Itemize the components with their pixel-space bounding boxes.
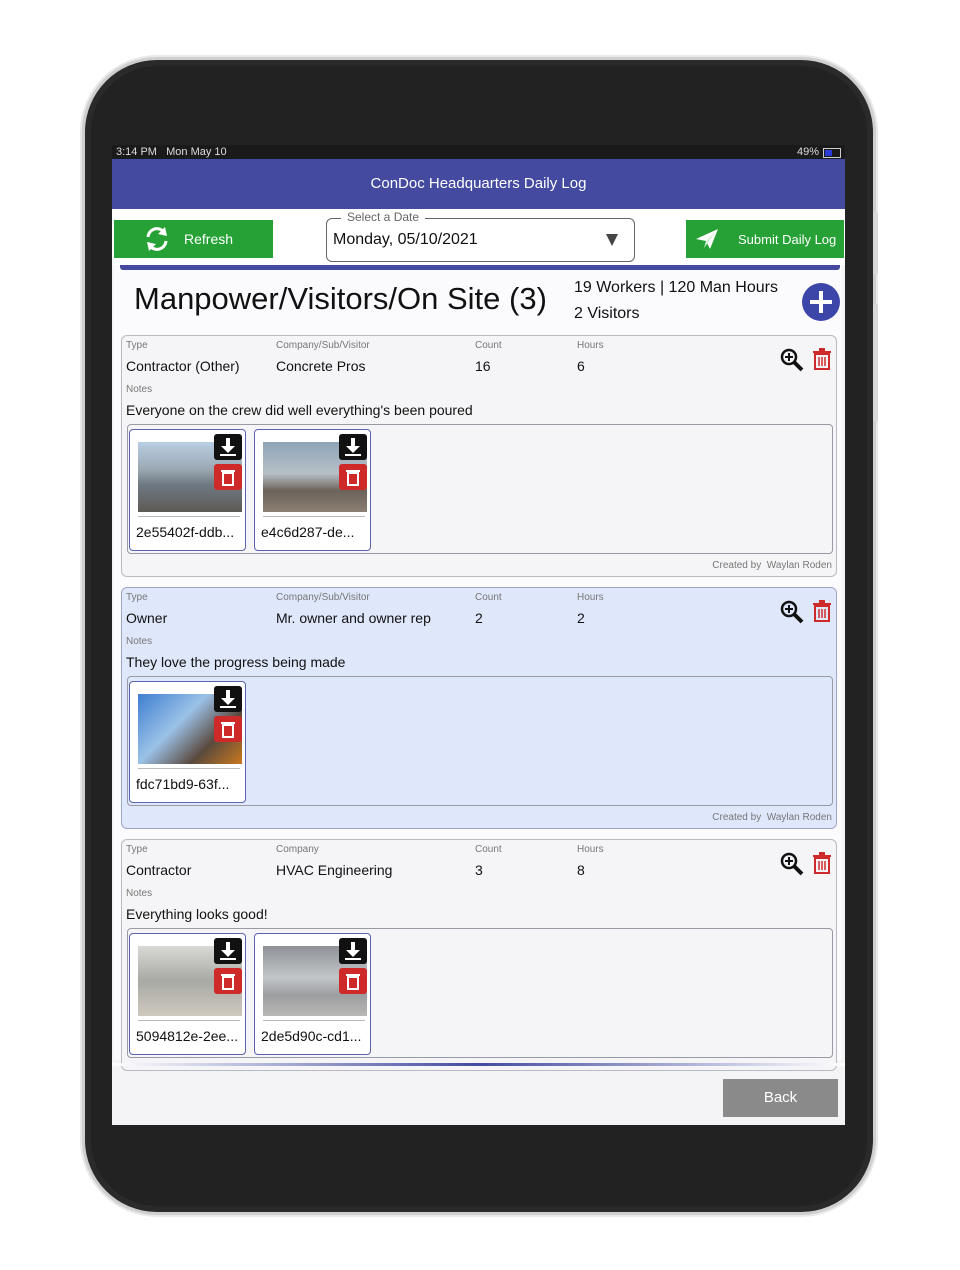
notes-value: Everything looks good!	[126, 906, 268, 922]
created-by: Created by Waylan Roden	[712, 560, 832, 571]
date-select-legend: Select a Date	[341, 210, 426, 224]
app-screen: 3:14 PM Mon May 10 49% ConDoc Headquarte…	[112, 145, 845, 1125]
back-button[interactable]: Back	[723, 1079, 838, 1117]
hours-label: Hours	[577, 844, 604, 855]
status-bar: 3:14 PM Mon May 10 49%	[112, 145, 845, 159]
refresh-button[interactable]: Refresh	[114, 220, 273, 258]
photo-divider	[263, 1020, 365, 1021]
download-icon[interactable]	[339, 938, 367, 964]
hours-value: 6	[577, 358, 585, 374]
photo-tile[interactable]: 5094812e-2ee...	[129, 933, 246, 1055]
photo-divider	[263, 516, 365, 517]
section-title: Manpower/Visitors/On Site (3)	[134, 281, 547, 316]
hours-value: 8	[577, 862, 585, 878]
manpower-entry: Type Contractor Company HVAC Engineering…	[121, 839, 837, 1071]
trash-icon[interactable]	[812, 600, 832, 622]
type-value: Contractor	[126, 862, 192, 878]
submit-daily-log-button[interactable]: Submit Daily Log	[686, 220, 844, 258]
count-label: Count	[475, 340, 502, 351]
worker-summary: 19 Workers | 120 Man Hours	[574, 279, 778, 296]
notes-label: Notes	[126, 636, 153, 647]
company-value: Concrete Pros	[276, 358, 366, 374]
download-icon[interactable]	[214, 938, 242, 964]
hours-value: 2	[577, 610, 585, 626]
photo-filename: fdc71bd9-63f...	[136, 776, 230, 792]
manpower-entry: Type Owner Company/Sub/Visitor Mr. owner…	[121, 587, 837, 829]
zoom-in-icon[interactable]	[780, 852, 804, 876]
submit-label: Submit Daily Log	[738, 231, 837, 247]
count-value: 3	[475, 862, 483, 878]
page-title: ConDoc Headquarters Daily Log	[112, 159, 845, 209]
type-value: Owner	[126, 610, 168, 626]
hours-label: Hours	[577, 340, 604, 351]
company-value: HVAC Engineering	[276, 862, 393, 878]
photo-divider	[138, 768, 240, 769]
created-by: Created by Waylan Roden	[712, 812, 832, 823]
footer-divider	[112, 1063, 845, 1066]
plus-circle-icon[interactable]	[802, 283, 840, 321]
photo-filename: 2e55402f-ddb...	[136, 524, 235, 540]
date-select-value: Monday, 05/10/2021	[333, 231, 478, 248]
company-label: Company/Sub/Visitor	[276, 340, 370, 351]
trash-icon[interactable]	[812, 348, 832, 370]
company-value: Mr. owner and owner rep	[276, 610, 431, 626]
count-value: 2	[475, 610, 483, 626]
photo-divider	[138, 1020, 240, 1021]
battery-icon	[823, 148, 841, 158]
visitor-summary: 2 Visitors	[574, 305, 640, 322]
send-icon	[696, 229, 718, 249]
trash-icon[interactable]	[214, 716, 242, 742]
notes-label: Notes	[126, 384, 153, 395]
refresh-label: Refresh	[184, 231, 234, 247]
download-icon[interactable]	[339, 434, 367, 460]
count-label: Count	[475, 844, 502, 855]
notes-value: Everyone on the crew did well everything…	[126, 402, 473, 418]
count-value: 16	[475, 358, 491, 374]
trash-icon[interactable]	[339, 968, 367, 994]
toolbar: Refresh Select a Date Monday, 05/10/2021…	[112, 209, 845, 265]
photo-divider	[138, 516, 240, 517]
photo-gallery: 5094812e-2ee... 2de5d90c-cd1...	[127, 928, 833, 1058]
type-label: Type	[126, 592, 148, 603]
date-select[interactable]: Select a Date Monday, 05/10/2021	[326, 210, 635, 262]
notes-label: Notes	[126, 888, 153, 899]
battery-percent: 49%	[796, 146, 819, 158]
trash-icon[interactable]	[214, 968, 242, 994]
zoom-in-icon[interactable]	[780, 600, 804, 624]
photo-tile[interactable]: 2de5d90c-cd1...	[254, 933, 371, 1055]
download-icon[interactable]	[214, 434, 242, 460]
type-label: Type	[126, 844, 148, 855]
section-accent	[120, 265, 840, 270]
count-label: Count	[475, 592, 502, 603]
refresh-icon	[146, 227, 168, 251]
download-icon[interactable]	[214, 686, 242, 712]
company-label: Company/Sub/Visitor	[276, 592, 370, 603]
photo-tile[interactable]: fdc71bd9-63f...	[129, 681, 246, 803]
photo-tile[interactable]: e4c6d287-de...	[254, 429, 371, 551]
photo-tile[interactable]: 2e55402f-ddb...	[129, 429, 246, 551]
dropdown-arrow-icon	[606, 234, 618, 246]
company-label: Company	[276, 844, 319, 855]
photo-filename: 2de5d90c-cd1...	[261, 1028, 362, 1044]
side-button	[873, 304, 878, 422]
volume-button	[873, 212, 878, 274]
type-label: Type	[126, 340, 148, 351]
notes-value: They love the progress being made	[126, 654, 346, 670]
zoom-in-icon[interactable]	[780, 348, 804, 372]
trash-icon[interactable]	[214, 464, 242, 490]
trash-icon[interactable]	[339, 464, 367, 490]
photo-gallery: fdc71bd9-63f...	[127, 676, 833, 806]
manpower-entry: Type Contractor (Other) Company/Sub/Visi…	[121, 335, 837, 577]
hours-label: Hours	[577, 592, 604, 603]
photo-filename: 5094812e-2ee...	[136, 1028, 238, 1044]
photo-filename: e4c6d287-de...	[261, 524, 355, 540]
photo-gallery: 2e55402f-ddb... e4c6d287-de...	[127, 424, 833, 554]
manpower-section: Manpower/Visitors/On Site (3) 19 Workers…	[114, 265, 842, 1071]
trash-icon[interactable]	[812, 852, 832, 874]
status-time: 3:14 PM Mon May 10	[116, 146, 227, 158]
type-value: Contractor (Other)	[126, 358, 240, 374]
